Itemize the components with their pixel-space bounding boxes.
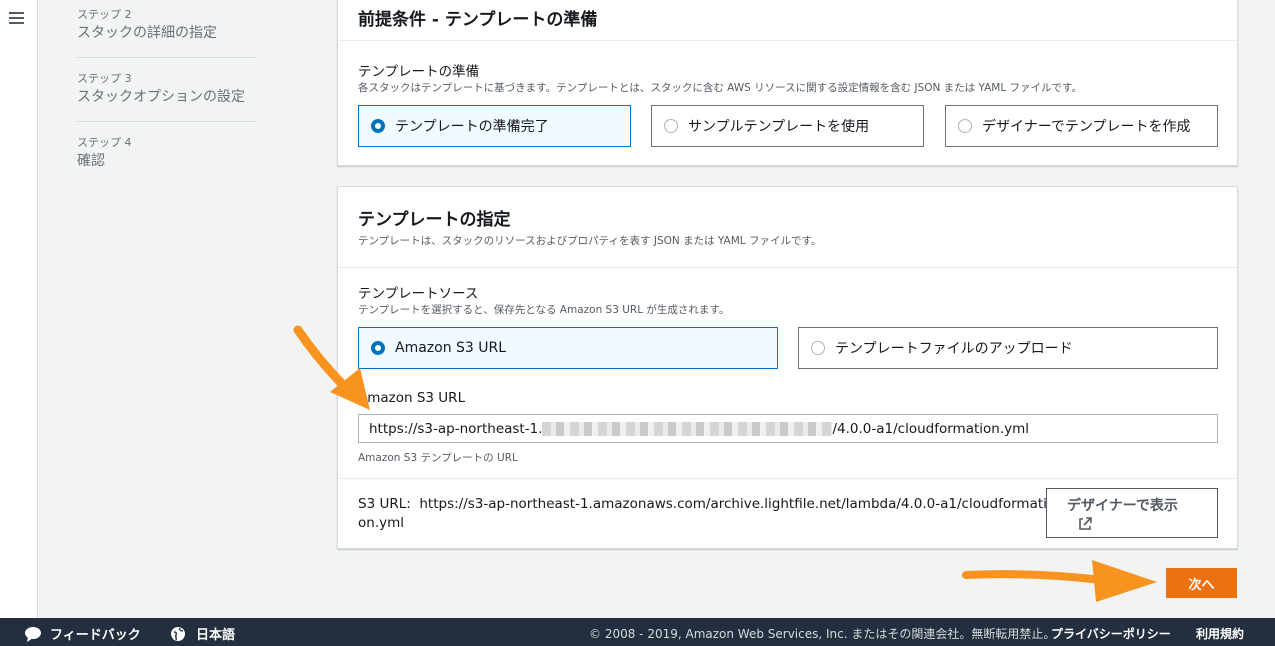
privacy-policy-link[interactable]: プライバシーポリシー: [1051, 625, 1171, 642]
speech-bubble-icon: [25, 626, 41, 642]
field-hint: Amazon S3 テンプレートの URL: [358, 452, 518, 464]
wizard-step-2[interactable]: ステップ 2 スタックの詳細の指定: [77, 0, 257, 58]
field-description: テンプレートを選択すると、保存先となる Amazon S3 URL が生成されま…: [358, 304, 730, 316]
privacy-label: プライバシーポリシー: [1051, 627, 1171, 641]
option-label: テンプレートの準備完了: [395, 119, 549, 135]
terms-label: 利用規約: [1196, 627, 1245, 641]
divider: [338, 478, 1237, 479]
option-label: テンプレートファイルのアップロード: [835, 341, 1073, 357]
field-label: Amazon S3 URL: [358, 390, 466, 406]
radio-unselected-icon: [811, 341, 825, 355]
card-header: テンプレートの指定 テンプレートは、スタックのリソースおよびプロパティを表す J…: [338, 187, 1237, 268]
feedback-link[interactable]: フィードバック: [24, 624, 141, 643]
next-button-label: 次へ: [1188, 577, 1215, 593]
next-button[interactable]: 次へ: [1166, 568, 1237, 598]
prepare-template-ready-option[interactable]: テンプレートの準備完了: [358, 105, 631, 147]
url-value-suffix: /4.0.0-a1/cloudformation.yml: [832, 420, 1030, 437]
card-title: テンプレートの指定: [358, 210, 511, 230]
step-title: 確認: [77, 153, 105, 169]
card-title: 前提条件 - テンプレートの準備: [358, 10, 598, 30]
field-description: 各スタックはテンプレートに基づきます。テンプレートとは、スタックに含む AWS …: [358, 82, 1082, 94]
external-link-icon: [1079, 517, 1092, 530]
step-title: スタックオプションの設定: [77, 89, 245, 105]
radio-unselected-icon: [958, 119, 972, 133]
button-label: デザイナーで表示: [1067, 498, 1178, 514]
language-label: 日本語: [196, 628, 236, 643]
s3-url-input[interactable]: https://s3-ap-northeast-1. /4.0.0-a1/clo…: [358, 414, 1218, 443]
s3-url-display: S3 URL: https://s3-ap-northeast-1.amazon…: [358, 495, 1048, 533]
step-number: ステップ 2: [77, 8, 132, 21]
specify-template-card: テンプレートの指定 テンプレートは、スタックのリソースおよびプロパティを表す J…: [337, 186, 1238, 549]
console-footer: フィードバック 日本語 © 2008 - 2019, Amazon Web Se…: [0, 618, 1275, 646]
prepare-designer-option[interactable]: デザイナーでテンプレートを作成: [945, 105, 1218, 147]
field-label: テンプレートソース: [358, 286, 479, 302]
left-navigation-rail: [0, 0, 38, 618]
field-label: テンプレートの準備: [358, 64, 480, 80]
step-number: ステップ 4: [77, 136, 132, 149]
wizard-step-3[interactable]: ステップ 3 スタックオプションの設定: [77, 72, 257, 122]
s3-url-value: https://s3-ap-northeast-1.amazonaws.com/…: [358, 496, 1047, 531]
prerequisite-card: 前提条件 - テンプレートの準備 テンプレートの準備 各スタックはテンプレートに…: [337, 0, 1238, 166]
orange-arrow-annotation: [962, 560, 1157, 602]
wizard-steps: ステップ 2 スタックの詳細の指定 ステップ 3 スタックオプションの設定 ステ…: [77, 0, 257, 199]
radio-selected-icon: [371, 341, 385, 355]
redacted-text: [542, 421, 833, 436]
feedback-label: フィードバック: [50, 628, 141, 643]
option-label: Amazon S3 URL: [395, 340, 507, 356]
prepare-sample-template-option[interactable]: サンプルテンプレートを使用: [651, 105, 924, 147]
view-in-designer-button[interactable]: デザイナーで表示: [1046, 488, 1218, 538]
step-number: ステップ 3: [77, 72, 132, 85]
terms-of-use-link[interactable]: 利用規約: [1196, 625, 1244, 642]
option-label: デザイナーでテンプレートを作成: [982, 119, 1191, 135]
wizard-step-4[interactable]: ステップ 4 確認: [77, 136, 257, 185]
hamburger-menu-icon[interactable]: [9, 12, 24, 25]
card-description: テンプレートは、スタックのリソースおよびプロパティを表す JSON または YA…: [358, 235, 822, 247]
card-header: 前提条件 - テンプレートの準備: [338, 0, 1237, 41]
url-value-prefix: https://s3-ap-northeast-1.: [369, 420, 543, 437]
language-selector[interactable]: 日本語: [170, 624, 235, 643]
copyright-text: © 2008 - 2019, Amazon Web Services, Inc.…: [589, 627, 1056, 641]
source-s3-url-option[interactable]: Amazon S3 URL: [358, 327, 778, 369]
radio-selected-icon: [371, 119, 385, 133]
source-upload-file-option[interactable]: テンプレートファイルのアップロード: [798, 327, 1218, 369]
step-title: スタックの詳細の指定: [77, 25, 217, 41]
radio-unselected-icon: [664, 119, 678, 133]
s3-url-label: S3 URL:: [358, 496, 411, 512]
globe-icon: [171, 626, 185, 641]
option-label: サンプルテンプレートを使用: [688, 119, 870, 135]
